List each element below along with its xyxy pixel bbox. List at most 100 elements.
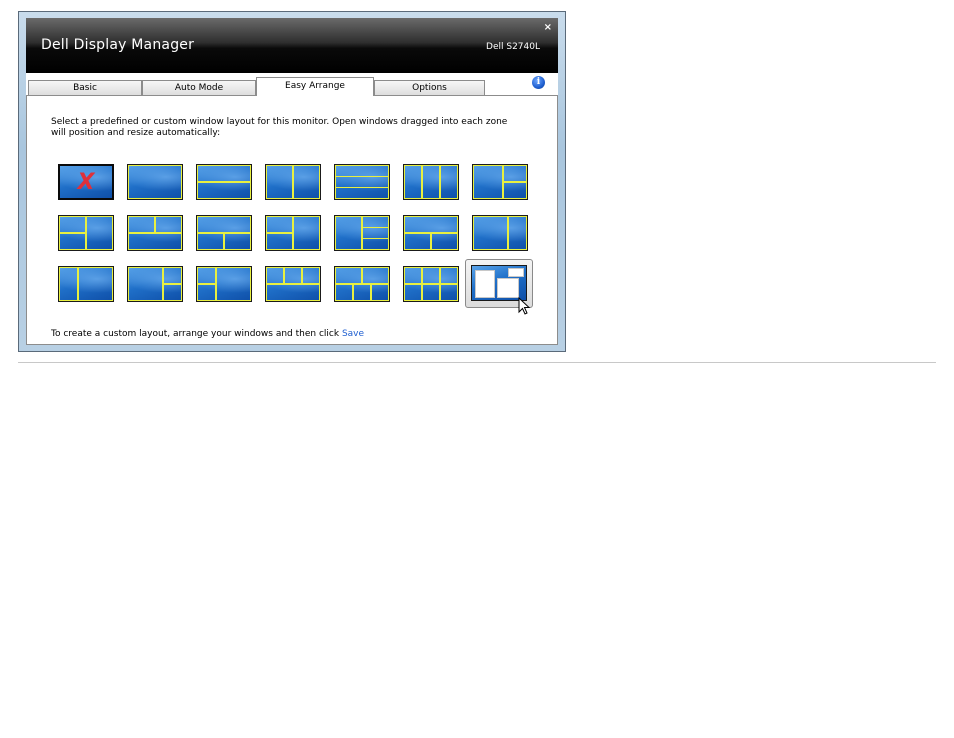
zone — [283, 267, 303, 284]
save-link[interactable]: Save — [342, 329, 364, 339]
monitor-model: Dell S2740L — [486, 42, 540, 52]
tab-easy-arrange[interactable]: Easy Arrange — [256, 77, 374, 96]
zone — [266, 284, 320, 301]
zone — [128, 267, 164, 301]
easy-arrange-panel: Select a predefined or custom window lay… — [26, 96, 558, 345]
zone — [502, 165, 527, 182]
zone — [128, 216, 155, 233]
zone — [293, 216, 320, 250]
app-title: Dell Display Manager — [41, 37, 195, 53]
zone — [439, 267, 458, 284]
zone — [224, 233, 251, 250]
zone — [335, 187, 389, 199]
layout-top-2-bottom-3[interactable] — [334, 266, 390, 302]
custom-window-tall — [475, 270, 495, 298]
zone — [473, 165, 503, 199]
zone — [508, 216, 527, 250]
zone — [335, 216, 362, 250]
tab-strip: Basic Auto Mode Easy Arrange Options i — [26, 73, 558, 96]
layout-left-full-right-2rows-b[interactable] — [127, 266, 183, 302]
ddm-window: Dell Display Manager Dell S2740L × Basic… — [18, 11, 566, 352]
zone — [439, 284, 458, 301]
instructions-text: Select a predefined or custom window lay… — [51, 117, 508, 138]
zone — [59, 216, 86, 233]
zone — [404, 165, 423, 199]
horizontal-divider — [18, 362, 936, 363]
layout-grid-2x3[interactable] — [403, 266, 459, 302]
zone — [370, 284, 389, 301]
layout-3-cols[interactable] — [403, 164, 459, 200]
zone — [163, 267, 182, 284]
zone — [59, 267, 78, 301]
zone — [86, 216, 113, 250]
layout-2-rows[interactable] — [196, 164, 252, 200]
zone — [335, 267, 362, 284]
no-layout-x-icon: X — [77, 170, 95, 195]
info-icon[interactable]: i — [532, 76, 545, 89]
zone — [215, 267, 251, 301]
zone — [335, 284, 354, 301]
client-area: Basic Auto Mode Easy Arrange Options i S… — [26, 73, 558, 345]
footer-text: To create a custom layout, arrange your … — [51, 329, 364, 339]
zone — [404, 233, 431, 250]
zone — [266, 233, 293, 250]
zone — [197, 165, 251, 182]
zone — [59, 233, 86, 250]
zone — [404, 267, 423, 284]
layout-left-2rows-right-full[interactable] — [265, 215, 321, 251]
zone — [362, 227, 389, 239]
zone — [155, 216, 182, 233]
layout-top-split-bottom-full[interactable] — [127, 215, 183, 251]
footer-instructions: To create a custom layout, arrange your … — [51, 329, 342, 339]
layout-left-narrow-right-wide[interactable] — [58, 266, 114, 302]
layout-top-wide-split[interactable] — [403, 215, 459, 251]
custom-window-medium — [497, 278, 519, 298]
tab-basic[interactable]: Basic — [28, 80, 142, 96]
layout-top-3-bottom-full[interactable] — [265, 266, 321, 302]
layout-left-2rows-right-wide[interactable] — [196, 266, 252, 302]
zone — [163, 284, 182, 301]
zone — [362, 267, 389, 284]
zone — [266, 267, 285, 284]
zone — [421, 284, 441, 301]
zone — [197, 284, 216, 301]
zone — [421, 267, 441, 284]
zone — [439, 165, 458, 199]
zone — [362, 238, 389, 250]
mouse-cursor-icon — [518, 297, 531, 315]
zone — [473, 216, 509, 250]
zone — [352, 284, 372, 301]
layout-custom[interactable] — [465, 259, 533, 315]
zone — [128, 233, 182, 250]
zone — [335, 165, 389, 177]
zone — [293, 165, 320, 199]
close-icon[interactable]: × — [544, 22, 552, 33]
zone — [404, 284, 423, 301]
zone — [197, 182, 251, 199]
layout-left-wide-right-narrow[interactable] — [472, 215, 528, 251]
custom-window-small — [508, 268, 524, 277]
zone — [128, 165, 182, 199]
layout-full[interactable] — [127, 164, 183, 200]
zone — [266, 216, 293, 233]
layout-top-full-bottom-split[interactable] — [196, 215, 252, 251]
zone — [502, 182, 527, 199]
zone — [404, 216, 458, 233]
tab-options[interactable]: Options — [374, 80, 485, 96]
layout-3-rows[interactable] — [334, 164, 390, 200]
layout-left-right-2rows-a[interactable] — [58, 215, 114, 251]
tab-auto-mode[interactable]: Auto Mode — [142, 80, 256, 96]
zone — [197, 216, 251, 233]
layout-left-full-right-3stack[interactable] — [334, 215, 390, 251]
layout-left-full-right-2rows[interactable] — [472, 164, 528, 200]
zone — [197, 233, 224, 250]
zone — [301, 267, 320, 284]
custom-layout-icon — [471, 265, 527, 301]
zone — [431, 233, 458, 250]
zone — [421, 165, 441, 199]
title-bar[interactable]: Dell Display Manager Dell S2740L × — [26, 18, 558, 73]
zone — [197, 267, 216, 284]
zone — [77, 267, 113, 301]
layout-none[interactable]: X — [58, 164, 114, 200]
layout-2-cols[interactable] — [265, 164, 321, 200]
